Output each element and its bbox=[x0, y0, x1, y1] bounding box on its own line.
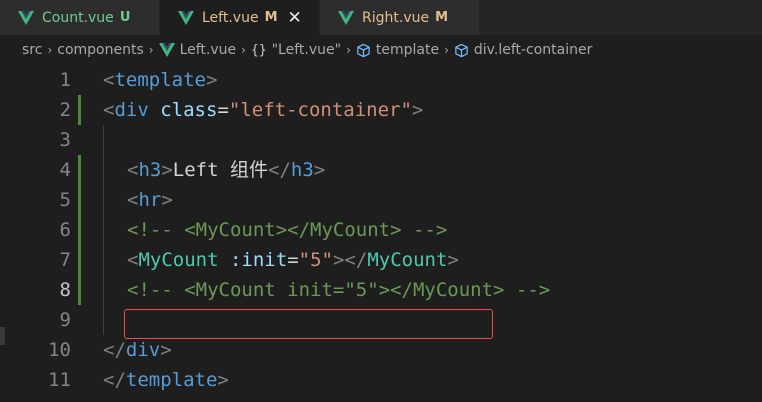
cube-icon bbox=[455, 43, 468, 57]
code-editor[interactable]: 1 <template> 2 <div class="left-containe… bbox=[0, 65, 762, 402]
line-content: <h3>Left 组件</h3> bbox=[127, 159, 326, 181]
cube-icon bbox=[357, 43, 370, 57]
code-line: 9 bbox=[0, 305, 762, 335]
code-line: 2 <div class="left-container"> bbox=[0, 95, 762, 125]
line-number: 11 bbox=[48, 369, 71, 391]
line-content: <!-- <MyCount init="5"></MyCount> --> bbox=[127, 279, 551, 301]
breadcrumb-file[interactable]: Left.vue bbox=[158, 42, 237, 58]
code-line: 3 bbox=[0, 125, 762, 155]
line-number: 8 bbox=[59, 279, 71, 301]
line-content: <MyCount :init="5"></MyCount> bbox=[127, 249, 459, 271]
vue-file-icon bbox=[178, 10, 194, 25]
code-line: 1 <template> bbox=[0, 65, 762, 95]
chevron-right-icon: › bbox=[346, 43, 351, 57]
line-number: 7 bbox=[59, 249, 71, 271]
breadcrumb-template-label: template bbox=[375, 42, 440, 58]
line-content: <hr> bbox=[127, 189, 173, 211]
line-number: 3 bbox=[59, 129, 71, 151]
line-number: 6 bbox=[59, 219, 71, 241]
vue-file-icon bbox=[158, 43, 175, 57]
breadcrumb-template[interactable]: template bbox=[356, 42, 439, 58]
code-line: 7 <MyCount :init="5"></MyCount> bbox=[0, 245, 762, 275]
tab-label: Left.vue bbox=[202, 9, 259, 26]
chevron-right-icon: › bbox=[444, 43, 449, 57]
line-content: <template> bbox=[103, 69, 218, 91]
breadcrumb-scope-label: "Left.vue" bbox=[271, 42, 342, 58]
tab-label: Right.vue bbox=[362, 9, 430, 26]
line-number: 4 bbox=[59, 159, 71, 181]
vue-file-icon bbox=[18, 10, 34, 25]
code-line: 10 </div> bbox=[0, 335, 762, 365]
tab-status-modified: M bbox=[435, 10, 449, 25]
tab-left-vue[interactable]: Left.vue M ✕ bbox=[160, 0, 320, 35]
breadcrumb-src[interactable]: src bbox=[22, 42, 42, 58]
tab-status-untracked: U bbox=[119, 10, 131, 25]
line-number: 1 bbox=[59, 69, 71, 91]
line-number: 5 bbox=[59, 189, 71, 211]
code-line: 5 <hr> bbox=[0, 185, 762, 215]
breadcrumb-div[interactable]: div.left-container bbox=[454, 42, 593, 58]
breadcrumb: src › components › Left.vue › {} "Left.v… bbox=[0, 35, 762, 65]
line-number: 9 bbox=[59, 309, 71, 331]
line-number: 2 bbox=[59, 99, 71, 121]
line-content: </div> bbox=[103, 339, 172, 361]
breadcrumb-scope[interactable]: {} "Left.vue" bbox=[251, 42, 341, 58]
line-content: <!-- <MyCount></MyCount> --> bbox=[127, 219, 448, 241]
line-content: </template> bbox=[103, 369, 229, 391]
tab-label: Count.vue bbox=[42, 9, 114, 26]
code-line: 8 <!-- <MyCount init="5"></MyCount> --> bbox=[0, 275, 762, 305]
line-number: 10 bbox=[48, 339, 71, 361]
breadcrumb-components[interactable]: components bbox=[57, 42, 144, 58]
close-icon[interactable]: ✕ bbox=[288, 8, 302, 28]
tab-right-vue[interactable]: Right.vue M bbox=[320, 0, 480, 35]
editor-tab-bar: Count.vue U Left.vue M ✕ Right.vue M bbox=[0, 0, 762, 35]
code-line: 6 <!-- <MyCount></MyCount> --> bbox=[0, 215, 762, 245]
breadcrumb-div-label: div.left-container bbox=[473, 42, 593, 58]
chevron-right-icon: › bbox=[241, 43, 246, 57]
chevron-right-icon: › bbox=[148, 43, 154, 57]
code-line: 11 </template> bbox=[0, 365, 762, 395]
line-content: <div class="left-container"> bbox=[103, 99, 424, 121]
breadcrumb-file-label: Left.vue bbox=[179, 42, 237, 58]
code-line: 4 <h3>Left 组件</h3> bbox=[0, 155, 762, 185]
tab-status-modified: M bbox=[264, 10, 278, 25]
vue-file-icon bbox=[338, 10, 354, 25]
braces-icon: {} bbox=[250, 42, 267, 58]
chevron-right-icon: › bbox=[47, 43, 53, 57]
tab-count-vue[interactable]: Count.vue U bbox=[0, 0, 160, 35]
